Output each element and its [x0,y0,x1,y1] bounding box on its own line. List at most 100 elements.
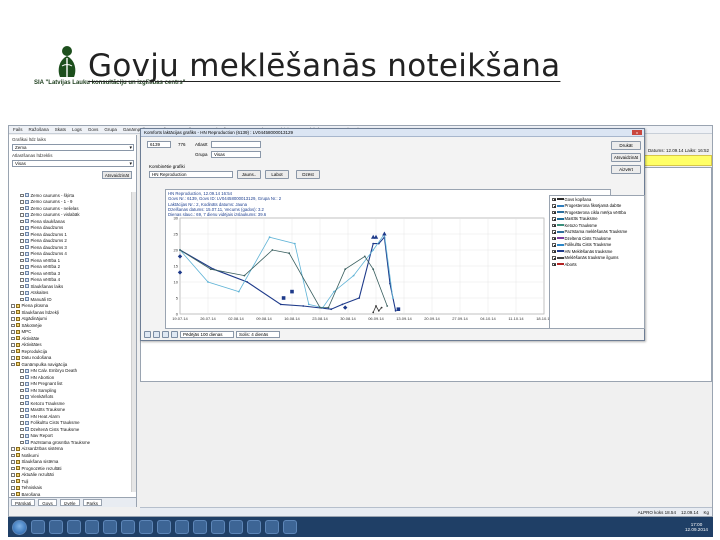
next-icon[interactable] [162,331,169,338]
expand-icon[interactable] [20,245,24,249]
refresh-button[interactable]: Atsvaidzināt [102,171,132,179]
expand-icon[interactable] [20,284,24,288]
app-icon-5[interactable] [229,520,243,534]
menu-item[interactable]: Ražošana [29,127,49,132]
folder-icon[interactable] [49,520,63,534]
legend-checkbox[interactable] [552,210,556,214]
legend-checkbox[interactable] [552,236,556,240]
legend-checkbox[interactable] [552,230,556,234]
expand-icon[interactable] [20,213,24,217]
close-dialog-button[interactable]: Aizvērt [611,165,641,174]
powerpoint-icon[interactable] [139,520,153,534]
legend-checkbox[interactable] [552,223,556,227]
expand-icon[interactable] [20,382,24,386]
legend-checkbox[interactable] [552,204,556,208]
legend-checkbox[interactable] [552,243,556,247]
first-icon[interactable] [144,331,151,338]
expand-icon[interactable] [20,388,24,392]
legend-checkbox[interactable] [552,256,556,260]
app-icon-7[interactable] [265,520,279,534]
excel-icon[interactable] [121,520,135,534]
last-icon[interactable] [171,331,178,338]
grupa-select[interactable]: Visas [211,151,261,158]
close-icon[interactable]: x [632,130,642,135]
atlasit-select[interactable] [211,141,261,148]
expand-icon[interactable] [11,466,15,470]
firefox-icon[interactable] [85,520,99,534]
menu-item[interactable]: Skats [55,127,66,132]
expand-icon[interactable] [11,460,15,464]
step-select[interactable]: Solis: 4 dienās [236,331,280,338]
app-icon-6[interactable] [247,520,261,534]
legend-checkbox[interactable] [552,217,556,221]
combined-charts-select[interactable]: HN Reproduction [149,171,233,178]
media-icon[interactable] [67,520,81,534]
legend-item[interactable]: Aborts [550,261,644,268]
legend-checkbox[interactable] [552,249,556,253]
expand-icon[interactable] [11,304,15,308]
left-panel-select-1[interactable]: Zema [12,144,134,151]
menu-item[interactable]: Grupa [104,127,117,132]
expand-icon[interactable] [11,349,15,353]
expand-icon[interactable] [20,258,24,262]
start-button-icon[interactable] [12,519,27,535]
expand-icon[interactable] [20,421,24,425]
app-icon-8[interactable] [283,520,297,534]
menu-item[interactable]: Logs [72,127,82,132]
expand-icon[interactable] [20,278,24,282]
expand-icon[interactable] [11,447,15,451]
expand-icon[interactable] [20,239,24,243]
app-icon-3[interactable] [193,520,207,534]
expand-icon[interactable] [11,310,15,314]
expand-icon[interactable] [20,252,24,256]
expand-icon[interactable] [20,291,24,295]
legend-checkbox[interactable] [552,197,556,201]
expand-icon[interactable] [20,434,24,438]
period-select[interactable]: Pēdējās 100 dienas [180,331,234,338]
delete-button[interactable]: Dzēst [296,170,320,179]
expand-icon[interactable] [11,479,15,483]
expand-icon[interactable] [20,193,24,197]
refresh-dialog-button[interactable]: Atsvaidzināt [611,153,641,162]
expand-icon[interactable] [20,206,24,210]
left-panel-select-2[interactable]: Visas [12,160,134,167]
expand-icon[interactable] [11,492,15,496]
menu-item[interactable]: Fails [13,127,23,132]
new-button[interactable]: Jauns.. [237,170,261,179]
expand-icon[interactable] [20,427,24,431]
cow-number-input[interactable]: 6139 [147,141,171,148]
menu-item[interactable]: Govs [88,127,99,132]
expand-icon[interactable] [20,226,24,230]
expand-icon[interactable] [11,473,15,477]
expand-icon[interactable] [20,408,24,412]
tree-scrollbar[interactable] [131,192,136,492]
explorer-icon[interactable] [31,520,45,534]
expand-icon[interactable] [20,232,24,236]
expand-icon[interactable] [20,440,24,444]
expand-icon[interactable] [11,486,15,490]
expand-icon[interactable] [11,336,15,340]
left-panel-tab[interactable]: Govs [38,499,57,506]
left-panel-tab[interactable]: Pārskati [11,499,36,506]
expand-icon[interactable] [20,375,24,379]
expand-icon[interactable] [11,317,15,321]
expand-icon[interactable] [11,323,15,327]
app-icon-1[interactable] [157,520,171,534]
expand-icon[interactable] [11,330,15,334]
edit-button[interactable]: Labot [265,170,289,179]
expand-icon[interactable] [11,362,15,366]
expand-icon[interactable] [20,369,24,373]
expand-icon[interactable] [20,414,24,418]
expand-icon[interactable] [20,297,24,301]
legend-checkbox[interactable] [552,262,556,266]
expand-icon[interactable] [11,356,15,360]
app-icon-4[interactable] [211,520,225,534]
expand-icon[interactable] [11,343,15,347]
word-icon[interactable] [103,520,117,534]
expand-icon[interactable] [20,219,24,223]
left-panel-tab[interactable]: Izvēle [59,499,80,506]
expand-icon[interactable] [20,395,24,399]
app-icon-2[interactable] [175,520,189,534]
expand-icon[interactable] [20,271,24,275]
expand-icon[interactable] [11,453,15,457]
